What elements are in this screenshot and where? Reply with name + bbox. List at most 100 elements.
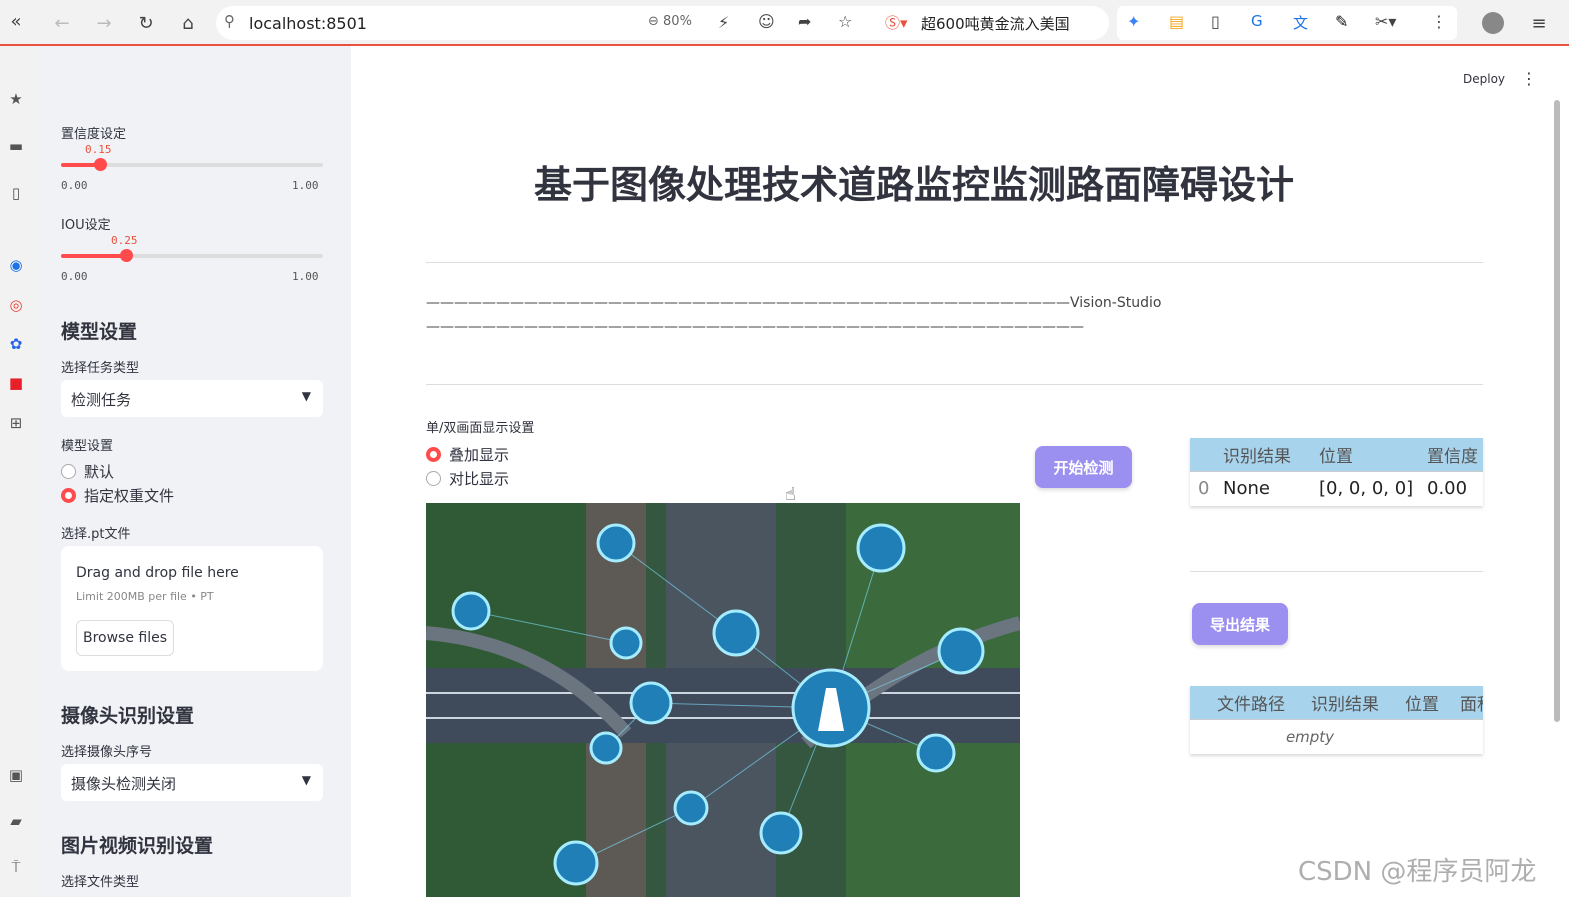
mobile-extension-icon[interactable]: ▯ [1211, 12, 1220, 31]
scrollbar[interactable] [1554, 100, 1560, 722]
deploy-button[interactable]: Deploy [1463, 72, 1505, 86]
translate-alt-icon[interactable]: 文 [1293, 12, 1308, 33]
divider [426, 384, 1483, 385]
divider [426, 262, 1483, 263]
aerial-road-image [426, 503, 1020, 897]
browser-menu-icon[interactable]: ≡ [1527, 11, 1551, 35]
ai-extension-icon[interactable]: ✦ [1127, 12, 1140, 31]
confidence-max: 1.00 [292, 179, 319, 192]
upload-title: Drag and drop file here [76, 565, 239, 581]
camera-select[interactable]: 摄像头检测关闭 ▼ [61, 764, 323, 801]
avatar[interactable] [1482, 12, 1504, 34]
table-cell: None [1215, 470, 1311, 506]
export-table: 文件路径 识别结果 位置 面积 empty [1190, 686, 1483, 754]
news-ticker[interactable]: 超600吨黄金流入美国 [921, 13, 1070, 34]
lightning-icon[interactable]: ⚡ [718, 13, 729, 32]
search-icon: ⚲ [224, 12, 235, 30]
task-type-label: 选择任务类型 [61, 361, 140, 376]
dash-line: ————————————————————————————————————————… [426, 319, 1084, 335]
downloads-icon[interactable]: ▣ [7, 766, 25, 784]
phone-icon[interactable]: ▯ [7, 184, 25, 202]
media-heading: 图片视频识别设置 [61, 835, 214, 857]
radio-circle-selected [61, 488, 76, 503]
main-area: Deploy ⋮ 基于图像处理技术道路监控监测路面障碍设计 ——————————… [351, 46, 1569, 897]
radio-compare-label: 对比显示 [449, 470, 510, 488]
favorites-star-icon[interactable]: ★ [7, 90, 25, 108]
iou-label: IOU设定 [61, 218, 111, 233]
sidebar-collapse-icon[interactable]: « [4, 9, 28, 33]
table-cell: 0.00 [1419, 470, 1483, 506]
camera-value: 摄像头检测关闭 [71, 775, 177, 793]
iou-value: 0.25 [111, 234, 138, 247]
iou-slider-thumb[interactable] [120, 249, 133, 262]
vertical-dots-icon[interactable]: ⋮ [1521, 69, 1537, 88]
url-text: localhost:8501 [249, 14, 367, 33]
radio-compare[interactable]: 对比显示 [426, 468, 509, 489]
confidence-slider-thumb[interactable] [94, 158, 107, 171]
task-type-value: 检测任务 [71, 391, 132, 409]
detection-image [426, 503, 1020, 897]
add-app-icon[interactable]: ⊞ [7, 414, 25, 432]
chevron-down-icon: ▼ [301, 389, 311, 403]
toolbox-icon[interactable]: ▰ [7, 812, 25, 830]
iou-max: 1.00 [292, 270, 319, 283]
confidence-value: 0.15 [85, 143, 112, 156]
browser-app-icon[interactable]: ◎ [7, 296, 25, 314]
watermark: CSDN @程序员阿龙 [1298, 857, 1537, 887]
start-detection-button[interactable]: 开始检测 [1035, 446, 1132, 488]
pt-file-label: 选择.pt文件 [61, 527, 131, 542]
column-header [1190, 438, 1215, 471]
radio-overlay[interactable]: 叠加显示 [426, 444, 509, 465]
confidence-min: 0.00 [61, 179, 88, 192]
media-type-label: 选择文件类型 [61, 875, 140, 890]
browser-toolbar: « ← → ↻ ⌂ ⚲ localhost:8501 ⊖ 80% ⚡ ☺ ➦ ☆… [0, 0, 1569, 46]
forward-icon[interactable]: → [92, 11, 116, 35]
export-table-header: 文件路径 识别结果 位置 面积 [1190, 686, 1483, 719]
page-title: 基于图像处理技术道路监控监测路面障碍设计 [534, 163, 1295, 207]
zoom-level[interactable]: ⊖ 80% [648, 14, 692, 29]
more-extensions-icon[interactable]: ⋮ [1431, 12, 1447, 31]
search-app-icon[interactable]: ◉ [7, 256, 25, 274]
empty-placeholder: empty [1190, 718, 1483, 754]
table-row: 0 None [0, 0, 0, 0] 0.00 [1190, 470, 1483, 506]
camera-heading: 摄像头识别设置 [61, 705, 195, 727]
share-icon[interactable]: ➦ [798, 12, 811, 31]
divider [1190, 571, 1483, 572]
folder-extension-icon[interactable]: ▤ [1169, 12, 1184, 31]
table-cell: [0, 0, 0, 0] [1311, 470, 1419, 506]
iou-min: 0.00 [61, 270, 88, 283]
browser-side-rail: ★ ▬ ▯ ◉ ◎ ✿ ■ ⊞ ▣ ▰ ⍑ [0, 46, 38, 897]
zoom-value: 80% [663, 14, 692, 29]
column-header: 识别结果 [1215, 438, 1311, 471]
camera-label: 选择摄像头序号 [61, 745, 153, 760]
draw-extension-icon[interactable]: ✎ [1335, 12, 1348, 31]
iou-slider[interactable] [61, 249, 323, 262]
sidebar: 置信度设定 0.15 0.00 1.00 IOU设定 0.25 0.00 1.0… [38, 46, 351, 897]
browse-files-button[interactable]: Browse files [76, 620, 174, 656]
radio-weight-file[interactable]: 指定权重文件 [61, 485, 174, 506]
chevron-down-icon: ▼ [301, 773, 311, 787]
result-table: 识别结果 位置 置信度 0 None [0, 0, 0, 0] 0.00 [1190, 438, 1483, 506]
bookmark-star-icon[interactable]: ☆ [838, 12, 852, 31]
scissors-icon[interactable]: ✂▾ [1375, 12, 1396, 31]
iou-slider-fill [61, 254, 126, 258]
red-app-icon[interactable]: ■ [7, 374, 25, 392]
radio-circle-selected [426, 447, 441, 462]
file-uploader[interactable]: Drag and drop file here Limit 200MB per … [61, 546, 323, 671]
task-type-select[interactable]: 检测任务 ▼ [61, 380, 323, 417]
export-results-button[interactable]: 导出结果 [1192, 603, 1288, 645]
collections-icon[interactable]: ▬ [7, 137, 25, 155]
reader-icon[interactable]: ☺ [758, 12, 775, 31]
extensions-bar: ✦ ▤ ▯ G 文 ✎ ✂▾ ⋮ [1117, 6, 1457, 40]
back-icon[interactable]: ← [50, 11, 74, 35]
reload-icon[interactable]: ↻ [134, 11, 158, 35]
pin-icon[interactable]: ⍑ [7, 858, 25, 876]
column-header: 位置 [1397, 686, 1452, 719]
radio-default[interactable]: 默认 [61, 461, 114, 482]
confidence-slider[interactable] [61, 158, 323, 171]
search-engine-icon[interactable]: Ⓢ▾ [885, 12, 908, 33]
paw-app-icon[interactable]: ✿ [7, 335, 25, 353]
translate-icon[interactable]: G [1251, 12, 1263, 30]
home-icon[interactable]: ⌂ [176, 11, 200, 35]
address-bar[interactable]: ⚲ localhost:8501 ⊖ 80% ⚡ ☺ ➦ ☆ Ⓢ▾ 超600吨黄… [216, 6, 1109, 40]
